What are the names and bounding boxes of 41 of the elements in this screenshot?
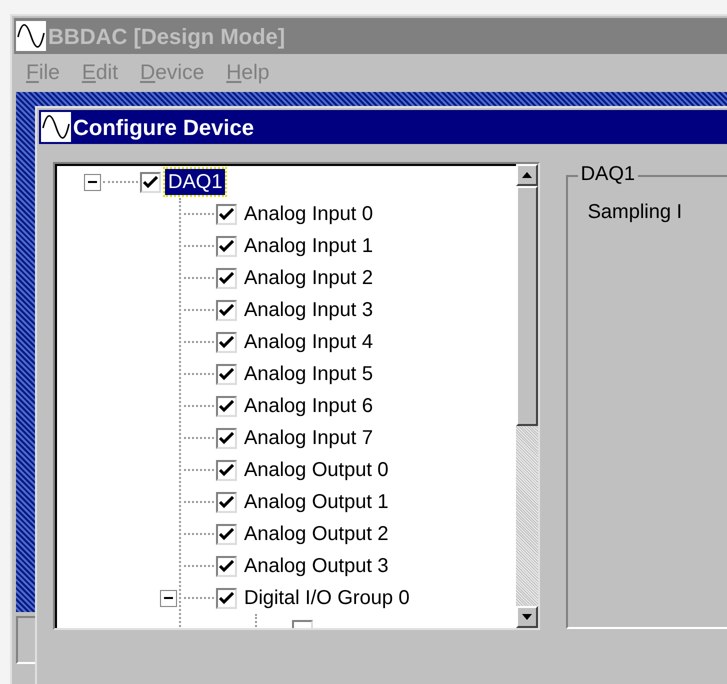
checkbox[interactable] [216,332,237,352]
tree-item[interactable]: Analog Input 1 [241,233,376,259]
checkbox[interactable] [216,268,237,288]
checkbox[interactable] [216,524,237,544]
collapse-toggle[interactable] [160,590,177,606]
checkbox[interactable] [216,588,237,608]
checkbox[interactable] [216,492,237,512]
window-title: BBDAC [Design Mode] [48,22,286,51]
dialog-title: Configure Device [73,114,254,142]
tree-item[interactable]: Analog Input 0 [241,201,376,227]
wave-icon [41,112,71,142]
tree-item[interactable]: Analog Input 4 [241,329,376,355]
checkbox[interactable] [216,396,237,416]
scroll-thumb[interactable] [516,186,538,426]
scrollbar[interactable] [516,164,538,628]
checkbox[interactable] [216,204,237,224]
wave-icon [16,21,46,51]
tree-item[interactable]: Analog Output 2 [241,521,392,547]
tree-item[interactable]: Analog Input 6 [241,393,376,419]
checkbox[interactable] [216,460,237,480]
checkbox[interactable] [216,300,237,320]
field-label: Sampling I [588,201,682,223]
scroll-up-button[interactable] [516,164,538,186]
tree-item[interactable]: Analog Input 3 [241,297,376,323]
tree-item[interactable]: DAQ1 [165,169,226,195]
checkbox[interactable] [216,556,237,576]
down-triangle-icon [522,614,532,620]
tree-item[interactable]: Analog Input 5 [241,361,376,387]
tree-item[interactable]: Digital I/O Group 0 [241,585,413,611]
checkbox[interactable] [216,364,237,384]
tree-item[interactable]: Analog Input 2 [241,265,376,291]
tree-item[interactable]: Analog Input 7 [241,425,376,451]
tree-item[interactable]: Analog Output 3 [241,553,392,579]
checkbox[interactable] [140,172,161,192]
collapse-toggle[interactable] [84,174,101,190]
checkbox[interactable] [216,236,237,256]
checkbox[interactable] [216,428,237,448]
tree-item[interactable]: Analog Output 1 [241,489,392,515]
tree-item[interactable]: Analog Output 0 [241,457,392,483]
scroll-down-button[interactable] [516,606,538,628]
up-triangle-icon [522,172,532,178]
